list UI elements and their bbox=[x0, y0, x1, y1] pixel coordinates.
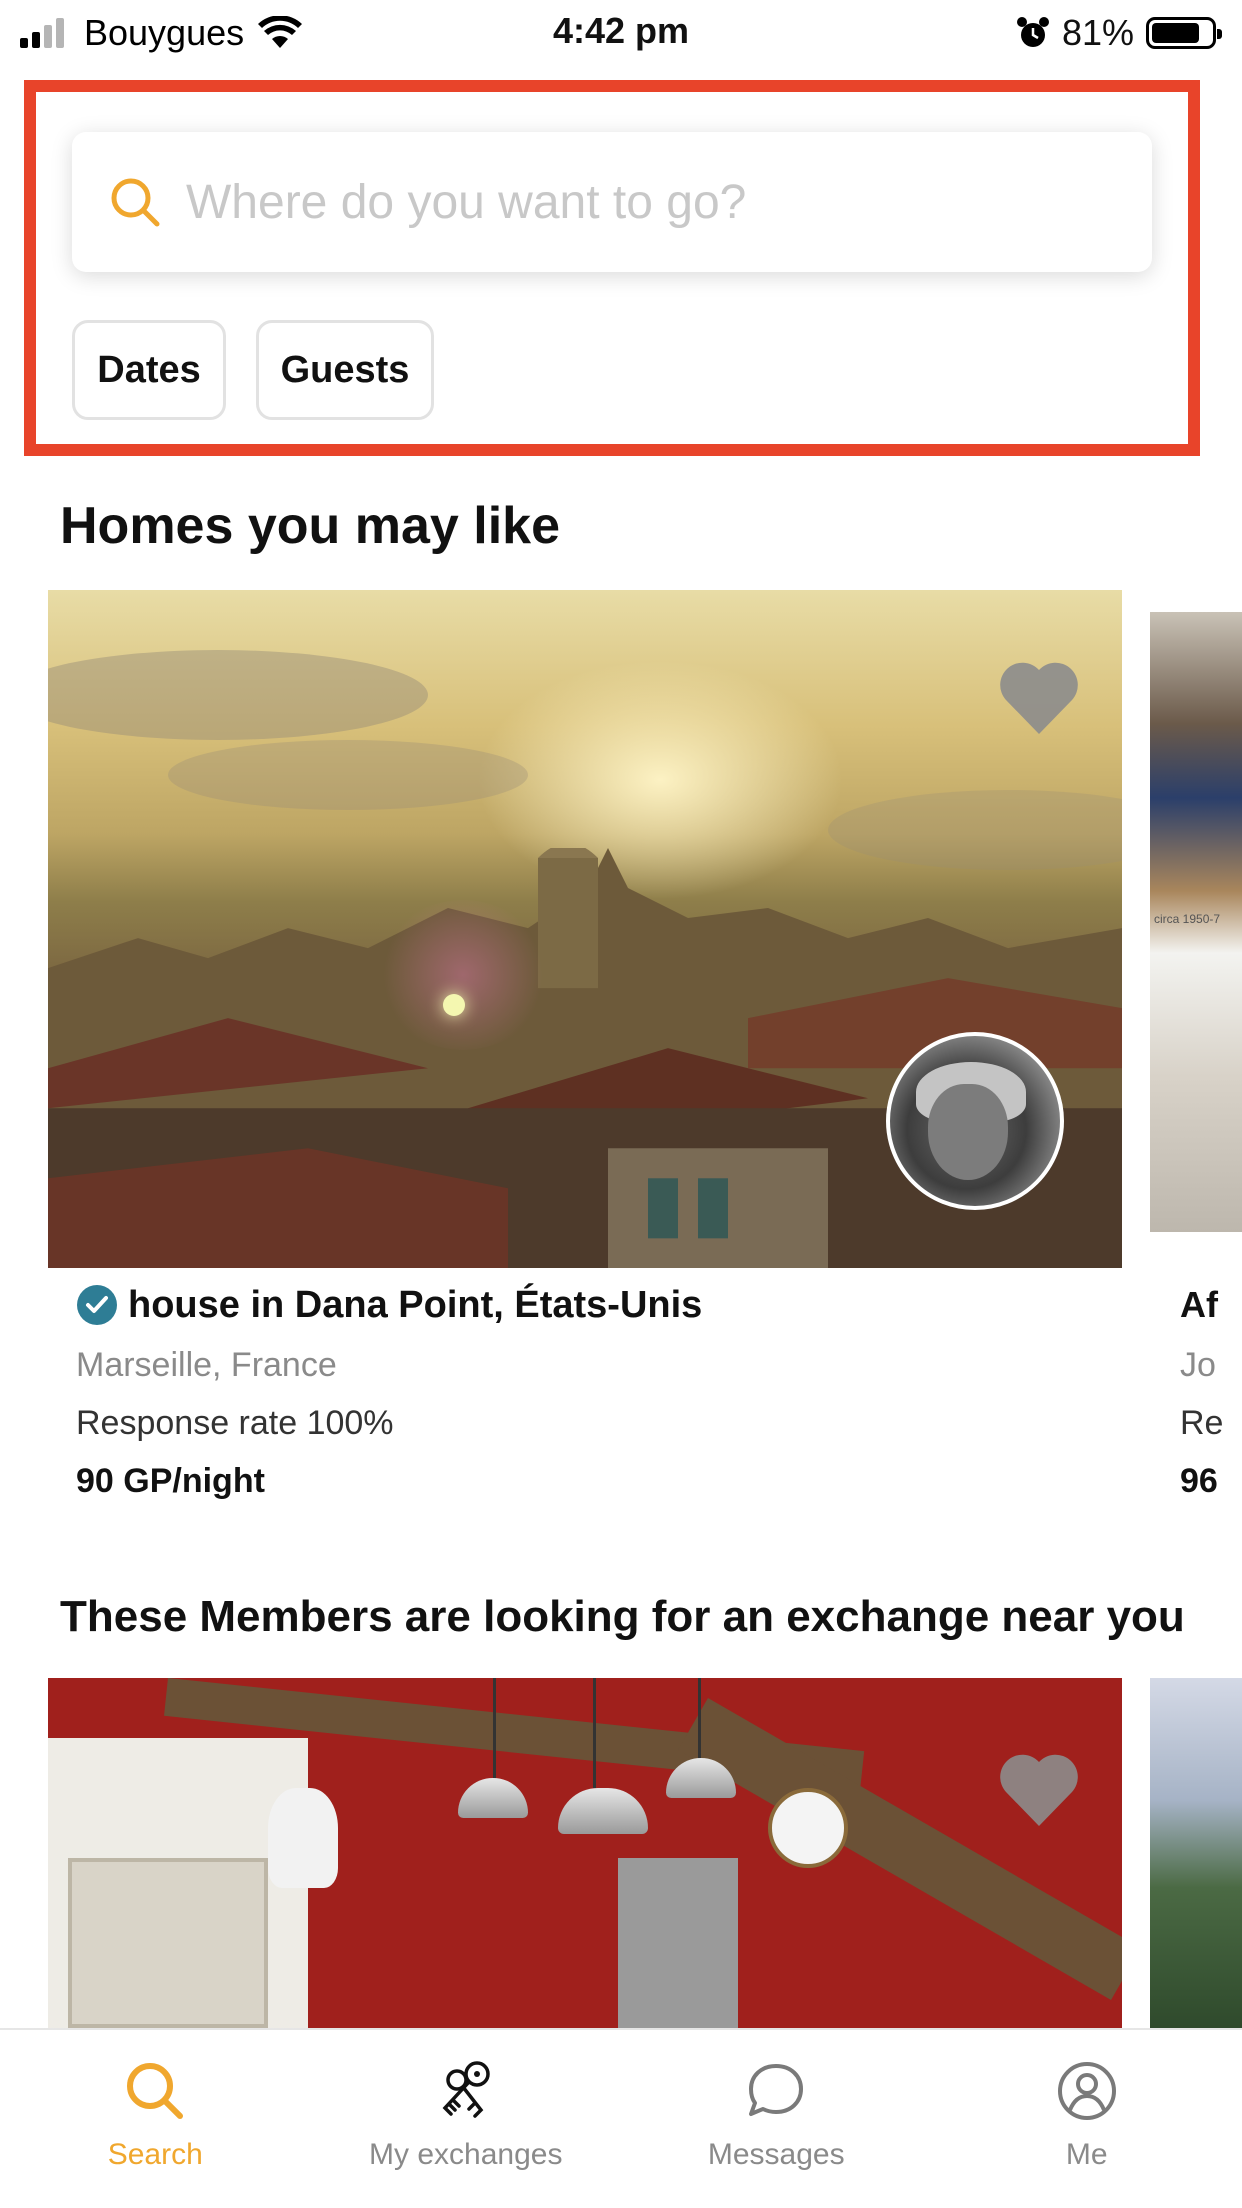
sun-glint bbox=[443, 994, 465, 1016]
next-card-photo[interactable]: circa 1950-7 bbox=[1150, 612, 1242, 1232]
homes-section-title: Homes you may like bbox=[60, 497, 560, 555]
next-card-price: 96 bbox=[1180, 1462, 1218, 1500]
tab-search[interactable]: Search bbox=[0, 2030, 311, 2208]
favorite-heart-icon[interactable] bbox=[998, 660, 1080, 736]
lamp-cord bbox=[698, 1678, 701, 1758]
kitchen-shelf bbox=[68, 1858, 268, 2028]
status-right: 81% bbox=[1016, 12, 1222, 54]
verified-check-icon bbox=[77, 1285, 117, 1325]
lamp-cord bbox=[493, 1678, 496, 1778]
bottom-tab-bar: Search My exchanges Messages Me bbox=[0, 2028, 1242, 2208]
next-card-location: Jo bbox=[1180, 1346, 1216, 1384]
wall-clock bbox=[768, 1788, 848, 1868]
pendant-lamp bbox=[458, 1778, 528, 1818]
home-response-rate: Response rate 100% bbox=[76, 1404, 394, 1442]
home-price: 90 GP/night bbox=[76, 1462, 265, 1500]
search-box[interactable] bbox=[72, 132, 1152, 272]
members-section-title: These Members are looking for an exchang… bbox=[60, 1592, 1185, 1641]
next-card-response: Re bbox=[1180, 1404, 1224, 1442]
tab-me[interactable]: Me bbox=[932, 2030, 1242, 2208]
search-input[interactable] bbox=[186, 174, 1086, 230]
profile-icon bbox=[1057, 2062, 1116, 2120]
favorite-heart-icon[interactable] bbox=[998, 1752, 1080, 1828]
lens-flare bbox=[378, 900, 548, 1050]
battery-fill bbox=[1152, 23, 1199, 43]
range-hood bbox=[618, 1858, 738, 2028]
home-title[interactable]: house in Dana Point, États-Unis bbox=[128, 1284, 702, 1327]
lamp-cord bbox=[593, 1678, 596, 1788]
next-card-title[interactable]: Af bbox=[1180, 1284, 1218, 1326]
battery-icon bbox=[1146, 17, 1222, 49]
next-member-card-photo[interactable] bbox=[1150, 1678, 1242, 2028]
tab-messages[interactable]: Messages bbox=[621, 2030, 932, 2208]
home-location: Marseille, France bbox=[76, 1346, 337, 1384]
pendant-lamp bbox=[558, 1788, 648, 1834]
search-icon bbox=[127, 2063, 184, 2119]
host-avatar[interactable] bbox=[886, 1032, 1064, 1210]
search-icon bbox=[111, 178, 160, 227]
tab-messages-label: Messages bbox=[707, 2138, 845, 2171]
tab-my-exchanges[interactable]: My exchanges bbox=[311, 2030, 622, 2208]
chat-bubble-icon bbox=[749, 2064, 804, 2116]
alarm-icon bbox=[1016, 17, 1049, 47]
avatar-face bbox=[928, 1084, 1008, 1180]
keys-icon bbox=[442, 2061, 490, 2118]
status-bar: Bouygues 4:42 pm 81% bbox=[0, 0, 1242, 64]
battery-percent: 81% bbox=[1061, 12, 1134, 53]
tab-me-label: Me bbox=[1065, 2138, 1108, 2171]
dates-filter-button[interactable]: Dates bbox=[72, 320, 226, 420]
tab-search-label: Search bbox=[107, 2138, 203, 2171]
cloud-shape bbox=[168, 740, 528, 810]
tab-my-exchanges-label: My exchanges bbox=[369, 2138, 563, 2171]
cloud-shape bbox=[48, 650, 428, 740]
guests-filter-button[interactable]: Guests bbox=[256, 320, 434, 420]
member-card-photo[interactable] bbox=[48, 1678, 1122, 2028]
white-vase bbox=[268, 1788, 338, 1888]
next-card-caption: circa 1950-7 bbox=[1154, 912, 1221, 926]
ceiling-beam bbox=[678, 1698, 1122, 2000]
